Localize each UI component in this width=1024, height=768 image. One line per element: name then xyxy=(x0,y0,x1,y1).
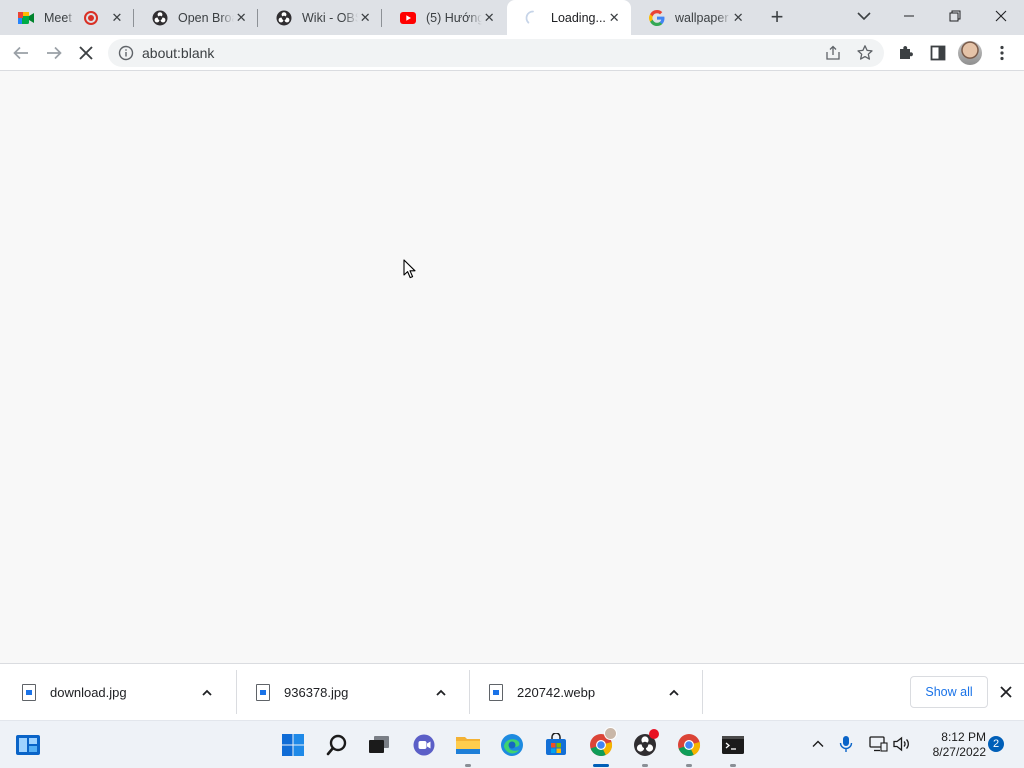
browser-toolbar: about:blank xyxy=(0,35,1024,71)
close-icon[interactable]: ✕ xyxy=(358,10,372,25)
download-filename[interactable]: 936378.jpg xyxy=(284,685,434,700)
download-item[interactable]: download.jpg xyxy=(0,664,237,721)
image-file-icon xyxy=(256,684,270,701)
share-icon[interactable] xyxy=(824,44,842,65)
side-panel-button[interactable] xyxy=(924,39,952,67)
tab-obs[interactable]: Open Broadcaster ✕ xyxy=(134,0,258,35)
tab-meet[interactable]: Meet - ✕ xyxy=(0,0,134,35)
google-meet-icon xyxy=(18,10,34,26)
chrome-menu-button[interactable] xyxy=(988,39,1016,67)
obs-icon xyxy=(152,10,168,26)
new-tab-button[interactable]: + xyxy=(765,6,789,30)
tab-loading-active[interactable]: Loading... ✕ xyxy=(507,0,631,35)
tab-wiki-obs[interactable]: Wiki - OBS ✕ xyxy=(258,0,382,35)
volume-icon[interactable] xyxy=(891,733,913,755)
profile-avatar[interactable] xyxy=(958,41,982,65)
site-info-icon[interactable] xyxy=(118,45,134,64)
download-item[interactable]: 936378.jpg xyxy=(237,664,470,721)
back-arrow-icon xyxy=(13,46,28,60)
mouse-cursor-icon xyxy=(403,259,416,279)
file-explorer-icon[interactable] xyxy=(452,729,484,767)
tab-strip: Meet - ✕ Open Broadcaster ✕ Wiki - OBS ✕… xyxy=(0,0,1024,35)
task-view-icon[interactable] xyxy=(363,729,395,761)
download-filename[interactable]: download.jpg xyxy=(50,685,200,700)
profile-badge xyxy=(604,727,617,740)
tab-title: Meet - xyxy=(44,10,74,25)
obs-icon[interactable] xyxy=(629,729,661,767)
obs-icon xyxy=(276,10,292,26)
url-text[interactable]: about:blank xyxy=(142,39,214,67)
restore-button[interactable] xyxy=(932,0,978,32)
chevron-up-icon[interactable] xyxy=(434,686,448,700)
system-clock[interactable]: 8:12 PM 8/27/2022 xyxy=(920,730,986,760)
tab-title: Wiki - OBS xyxy=(302,10,359,25)
bookmark-star-icon[interactable] xyxy=(856,44,874,65)
puzzle-icon xyxy=(900,46,913,59)
chevron-up-icon[interactable] xyxy=(667,686,681,700)
clock-time: 8:12 PM xyxy=(941,730,986,744)
google-icon xyxy=(649,9,665,26)
chat-icon[interactable] xyxy=(408,729,440,761)
loading-spinner-icon xyxy=(525,10,541,26)
recording-badge xyxy=(649,729,659,739)
forward-arrow-icon xyxy=(47,46,62,60)
close-icon[interactable]: ✕ xyxy=(731,10,745,25)
close-icon[interactable]: ✕ xyxy=(234,10,248,25)
network-icon[interactable] xyxy=(867,733,889,755)
clock-date: 8/27/2022 xyxy=(932,745,986,759)
tab-title: Open Broadcaster xyxy=(178,10,234,25)
more-vert-icon xyxy=(1000,45,1004,61)
tab-youtube[interactable]: (5) Hướng dẫn ✕ xyxy=(382,0,506,35)
search-icon[interactable] xyxy=(321,729,353,761)
widgets-icon[interactable] xyxy=(12,729,44,761)
download-shelf: download.jpg 936378.jpg 220742.webp Show… xyxy=(0,663,1024,720)
chrome-icon[interactable] xyxy=(585,727,617,767)
image-file-icon xyxy=(22,684,36,701)
microphone-icon[interactable] xyxy=(835,733,857,755)
back-button[interactable] xyxy=(7,39,35,67)
side-panel-icon xyxy=(930,45,946,61)
extensions-button[interactable] xyxy=(892,39,920,67)
tab-title: wallpaper 4k xyxy=(675,10,731,25)
tab-search-chevron-icon[interactable] xyxy=(852,4,876,28)
youtube-icon xyxy=(400,10,416,26)
window-close-button[interactable] xyxy=(978,0,1024,32)
address-bar[interactable]: about:blank xyxy=(108,39,884,67)
notification-badge[interactable]: 2 xyxy=(988,736,1004,752)
close-icon[interactable]: ✕ xyxy=(110,10,124,25)
show-all-downloads-button[interactable]: Show all xyxy=(910,676,988,708)
stop-loading-button[interactable] xyxy=(72,39,100,67)
store-icon[interactable] xyxy=(540,729,572,761)
start-icon[interactable] xyxy=(277,729,309,761)
tab-title: (5) Hướng dẫn xyxy=(426,10,483,25)
tab-title: Loading... xyxy=(551,10,606,25)
close-icon[interactable]: ✕ xyxy=(607,10,621,25)
page-content-blank xyxy=(0,71,1024,663)
minimize-button[interactable] xyxy=(886,0,932,32)
close-icon[interactable]: ✕ xyxy=(482,10,496,25)
recording-icon xyxy=(84,10,98,25)
stop-icon xyxy=(79,46,93,60)
chevron-up-icon[interactable] xyxy=(200,686,214,700)
close-shelf-icon[interactable] xyxy=(997,683,1015,701)
download-filename[interactable]: 220742.webp xyxy=(517,685,667,700)
download-item[interactable]: 220742.webp xyxy=(470,664,703,721)
edge-icon[interactable] xyxy=(496,729,528,761)
image-file-icon xyxy=(489,684,503,701)
chrome-icon[interactable] xyxy=(673,729,705,767)
forward-button[interactable] xyxy=(40,39,68,67)
terminal-icon[interactable] xyxy=(717,729,749,767)
windows-taskbar: 8:12 PM 8/27/2022 2 xyxy=(0,720,1024,768)
chevron-up-icon[interactable] xyxy=(807,733,829,755)
tab-google-search[interactable]: wallpaper 4k ✕ xyxy=(631,0,755,35)
